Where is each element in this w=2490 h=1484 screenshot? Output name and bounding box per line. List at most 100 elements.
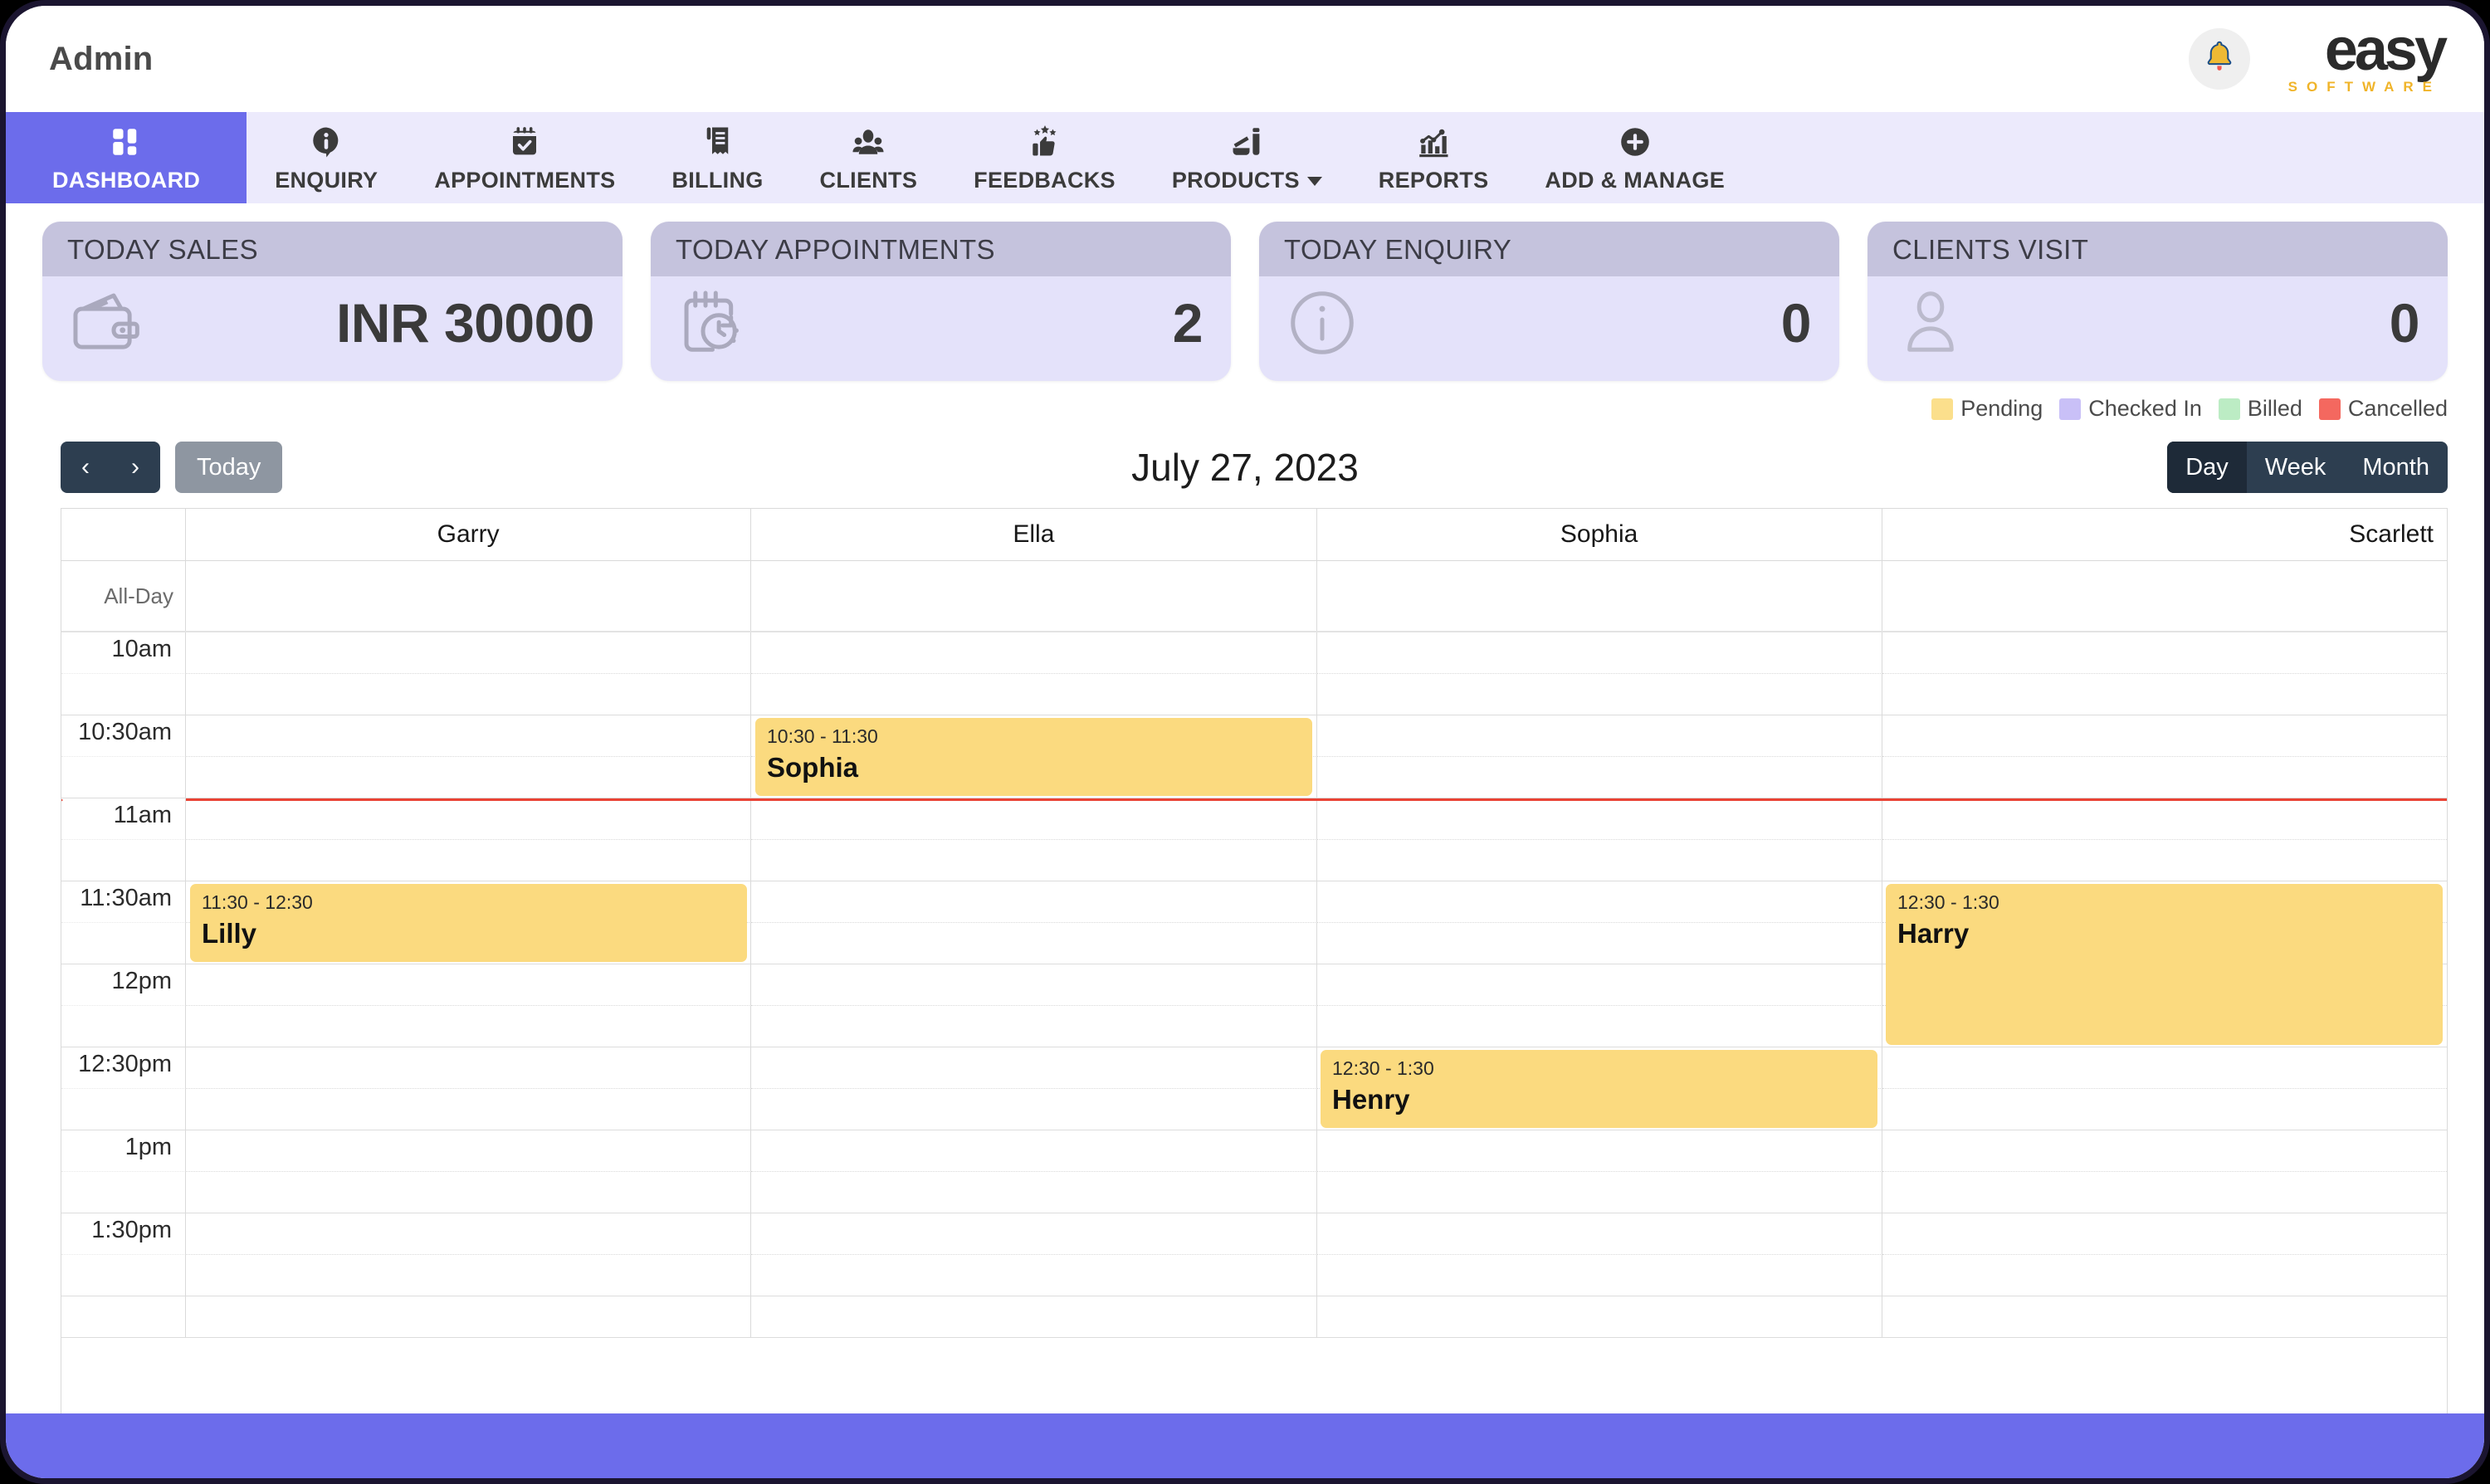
time-slot-cell[interactable] <box>1316 923 1882 964</box>
time-slot-cell[interactable] <box>1316 1006 1882 1047</box>
info-bubble-icon <box>309 123 344 161</box>
time-slot-cell[interactable] <box>1316 1213 1882 1255</box>
time-slot-row <box>61 674 2447 715</box>
time-slot-cell[interactable] <box>1316 1172 1882 1213</box>
today-button[interactable]: Today <box>175 442 283 493</box>
nav-item-enquiry[interactable]: ENQUIRY <box>247 112 406 203</box>
time-slot-cell[interactable] <box>1316 964 1882 1006</box>
time-slot-row: 1:30pm <box>61 1213 2447 1255</box>
time-slot-cells <box>186 1213 2447 1255</box>
time-slot-cell[interactable] <box>751 632 1317 674</box>
time-slot-cell[interactable] <box>1882 632 2447 674</box>
time-slot-cell[interactable] <box>186 840 752 881</box>
time-slot-cell[interactable] <box>1882 1047 2447 1089</box>
time-slot-cell[interactable] <box>1316 881 1882 923</box>
stat-card-clients-visit[interactable]: CLIENTS VISIT 0 <box>1868 222 2448 381</box>
time-slot-cell[interactable] <box>186 674 752 715</box>
time-slot-cell[interactable] <box>186 1047 752 1089</box>
time-slot-cell[interactable] <box>751 1296 1317 1338</box>
time-slot-cell[interactable] <box>1316 1296 1882 1338</box>
time-slot-cell[interactable] <box>1882 1296 2447 1338</box>
time-slot-cell[interactable] <box>751 881 1317 923</box>
time-slot-cell[interactable] <box>751 798 1317 840</box>
time-slot-row <box>61 1296 2447 1338</box>
all-day-cell[interactable] <box>1317 561 1882 631</box>
nav-item-add-and-manage[interactable]: ADD & MANAGE <box>1516 112 1753 203</box>
nav-label: FEEDBACKS <box>974 167 1116 193</box>
nav-item-appointments[interactable]: APPOINTMENTS <box>406 112 643 203</box>
time-slot-cell[interactable] <box>751 1006 1317 1047</box>
time-slot-cell[interactable] <box>186 1296 752 1338</box>
time-slot-cell[interactable] <box>751 1130 1317 1172</box>
all-day-cell[interactable] <box>186 561 752 631</box>
next-day-button[interactable]: › <box>110 442 160 493</box>
time-slot-cell[interactable] <box>186 798 752 840</box>
info-circle-icon <box>1284 285 1360 361</box>
all-day-cell[interactable] <box>751 561 1317 631</box>
stat-card-today-appointments[interactable]: TODAY APPOINTMENTS 2 <box>651 222 1231 381</box>
time-slot-cell[interactable] <box>1882 715 2447 757</box>
time-slot-cell[interactable] <box>751 1255 1317 1296</box>
time-slot-cell[interactable] <box>186 1130 752 1172</box>
time-slot-cell[interactable] <box>186 1213 752 1255</box>
time-slot-cell[interactable] <box>1882 757 2447 798</box>
time-slot-cell[interactable] <box>1882 674 2447 715</box>
calendar-event[interactable]: 10:30 - 11:30 Sophia <box>755 718 1312 796</box>
time-slot-cell[interactable] <box>1316 798 1882 840</box>
view-button-week[interactable]: Week <box>2247 442 2345 493</box>
time-slot-cell[interactable] <box>1882 1089 2447 1130</box>
time-slot-cell[interactable] <box>1882 1255 2447 1296</box>
nav-label: REPORTS <box>1378 167 1489 193</box>
nav-item-feedbacks[interactable]: FEEDBACKS <box>945 112 1144 203</box>
nav-item-dashboard[interactable]: DASHBOARD <box>6 112 247 203</box>
time-slot-cell[interactable] <box>751 1089 1317 1130</box>
time-slot-row <box>61 840 2447 881</box>
time-slot-cell[interactable] <box>186 964 752 1006</box>
all-day-cell[interactable] <box>1882 561 2447 631</box>
time-slot-cell[interactable] <box>186 1255 752 1296</box>
time-slot-cells <box>186 840 2447 881</box>
nav-item-reports[interactable]: REPORTS <box>1350 112 1517 203</box>
time-slot-cell[interactable] <box>1882 1213 2447 1255</box>
time-slot-cell[interactable] <box>1316 632 1882 674</box>
time-slot-cell[interactable] <box>751 964 1317 1006</box>
time-slot-cell[interactable] <box>1882 1130 2447 1172</box>
time-slot-cell[interactable] <box>751 840 1317 881</box>
time-slot-cell[interactable] <box>1882 798 2447 840</box>
nav-item-billing[interactable]: BILLING <box>643 112 791 203</box>
time-slot-cell[interactable] <box>1882 840 2447 881</box>
stat-card-today-sales[interactable]: TODAY SALES INR 30000 <box>42 222 622 381</box>
time-slot-cell[interactable] <box>751 1213 1317 1255</box>
time-slot-cell[interactable] <box>1316 840 1882 881</box>
notifications-button[interactable] <box>2188 27 2250 90</box>
calendar-event[interactable]: 11:30 - 12:30 Lilly <box>190 884 747 962</box>
nav-label: APPOINTMENTS <box>434 167 616 193</box>
time-slot-cell[interactable] <box>1316 757 1882 798</box>
nav-item-clients[interactable]: CLIENTS <box>792 112 946 203</box>
time-slot-cell[interactable] <box>751 923 1317 964</box>
time-slot-cell[interactable] <box>186 715 752 757</box>
time-slot-cell[interactable] <box>751 1172 1317 1213</box>
time-slot-cell[interactable] <box>1316 674 1882 715</box>
time-slot-cell[interactable] <box>1316 715 1882 757</box>
time-slot-cell[interactable] <box>186 1006 752 1047</box>
view-button-month[interactable]: Month <box>2344 442 2448 493</box>
calendar-event[interactable]: 12:30 - 1:30 Henry <box>1321 1050 1877 1128</box>
time-slot-cell[interactable] <box>186 1089 752 1130</box>
calendar-event[interactable]: 12:30 - 1:30 Harry <box>1886 884 2443 1045</box>
stat-card-today-enquiry[interactable]: TODAY ENQUIRY 0 <box>1259 222 1839 381</box>
prev-day-button[interactable]: ‹ <box>61 442 110 493</box>
time-slot-cell[interactable] <box>1882 1172 2447 1213</box>
time-slot-cell[interactable] <box>751 1047 1317 1089</box>
time-slot-cell[interactable] <box>186 757 752 798</box>
nav-item-products[interactable]: PRODUCTS <box>1144 112 1350 203</box>
view-button-day[interactable]: Day <box>2167 442 2247 493</box>
legend-item-billed: Billed <box>2218 396 2302 422</box>
nav-label: ADD & MANAGE <box>1545 167 1726 193</box>
time-slot-cell[interactable] <box>751 674 1317 715</box>
time-slot-cell[interactable] <box>186 1172 752 1213</box>
time-slot-cells <box>186 1172 2447 1213</box>
time-slot-cell[interactable] <box>1316 1255 1882 1296</box>
time-slot-cell[interactable] <box>1316 1130 1882 1172</box>
time-slot-cell[interactable] <box>186 632 752 674</box>
